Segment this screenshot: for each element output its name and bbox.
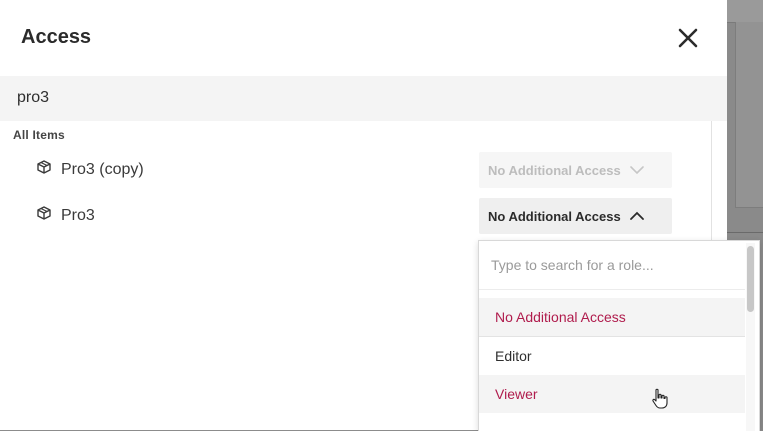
access-role-label: No Additional Access	[488, 162, 621, 178]
close-icon	[678, 28, 698, 48]
role-search	[479, 241, 745, 290]
chevron-down-icon	[630, 166, 644, 175]
chevron-up-icon	[630, 211, 644, 220]
dropdown-scrollbar[interactable]	[746, 243, 755, 431]
list-item: Pro3 No Additional Access	[0, 195, 712, 235]
role-option-label: No Additional Access	[495, 309, 626, 325]
background-app-card	[735, 22, 763, 208]
item-search-field[interactable]: pro3	[0, 76, 727, 121]
role-option-editor[interactable]: Editor	[479, 337, 745, 375]
role-option-label: Editor	[495, 348, 532, 364]
role-option-viewer[interactable]: Viewer	[479, 375, 745, 413]
hand-pointer-icon	[652, 388, 668, 409]
background-app-header	[727, 0, 763, 23]
access-role-label: No Additional Access	[488, 208, 621, 224]
item-name: Pro3	[61, 207, 95, 224]
access-role-select: No Additional Access	[479, 152, 672, 188]
role-option-label: Viewer	[495, 386, 538, 402]
role-option-no-additional-access[interactable]: No Additional Access	[479, 298, 745, 337]
background-divider	[727, 232, 763, 233]
item-search-value: pro3	[17, 89, 50, 106]
package-icon	[37, 160, 51, 174]
modal-title: Access	[21, 26, 92, 48]
package-icon	[37, 206, 51, 220]
dropdown-scroll-thumb[interactable]	[747, 246, 754, 312]
role-search-input[interactable]	[479, 241, 745, 289]
role-dropdown: No Additional Access Editor Viewer	[478, 240, 760, 431]
list-item: Pro3 (copy) No Additional Access	[0, 149, 712, 189]
close-button[interactable]	[672, 22, 704, 54]
section-label: All Items	[13, 128, 65, 142]
modal-header: Access	[0, 0, 727, 76]
access-role-select[interactable]: No Additional Access	[479, 198, 672, 234]
item-name: Pro3 (copy)	[61, 161, 144, 178]
